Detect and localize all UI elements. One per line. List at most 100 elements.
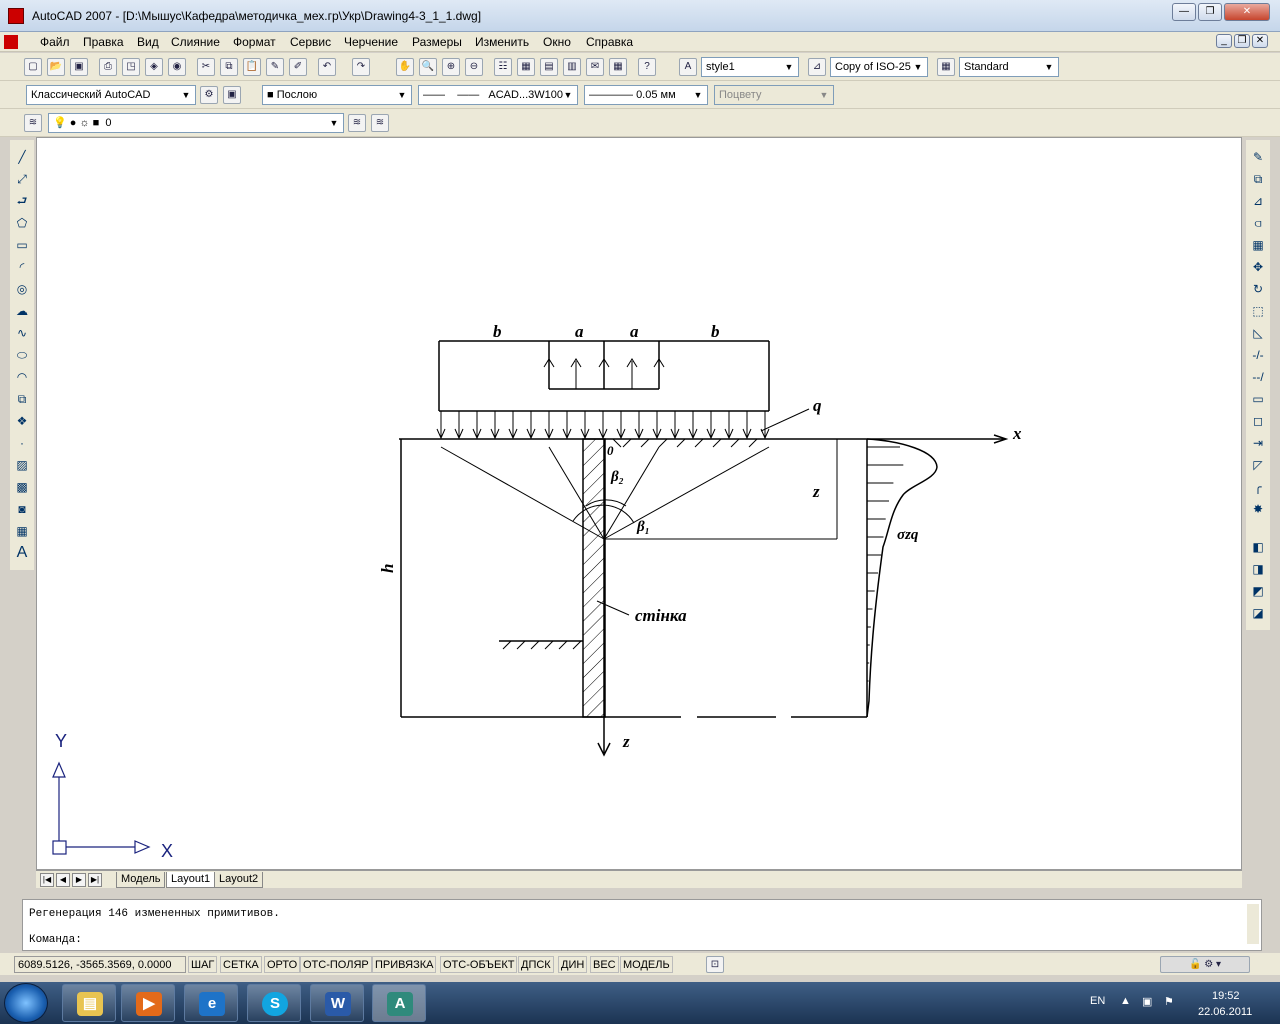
command-scrollbar[interactable] xyxy=(1247,904,1259,944)
scale-icon[interactable]: ⬚ xyxy=(1249,302,1267,320)
multiline-text-icon[interactable]: A xyxy=(13,544,31,562)
prev-tab-icon[interactable]: ◀ xyxy=(56,873,70,887)
design-center-icon[interactable]: ▦ xyxy=(517,58,535,76)
help-icon[interactable]: ? xyxy=(638,58,656,76)
clock-date[interactable]: 22.06.2011 xyxy=(1198,1006,1252,1018)
revision-cloud-icon[interactable]: ☁ xyxy=(13,302,31,320)
zoom-previous-icon[interactable]: ⊖ xyxy=(465,58,483,76)
workspace-select[interactable]: Классический AutoCAD ▼ xyxy=(26,85,196,105)
model-toggle[interactable]: МОДЕЛЬ xyxy=(620,956,673,973)
menu-format[interactable]: Формат xyxy=(233,35,276,49)
layer-select[interactable]: 💡 ● ☼ ■ 0 ▼ xyxy=(48,113,344,133)
table-icon[interactable]: ▦ xyxy=(13,522,31,540)
erase-icon[interactable]: ✎ xyxy=(1249,148,1267,166)
redo-icon[interactable]: ↷ xyxy=(352,58,370,76)
text-style-icon[interactable]: A xyxy=(679,58,697,76)
construction-line-icon[interactable]: ⤢ xyxy=(13,170,31,188)
arc-icon[interactable]: ◜ xyxy=(13,258,31,276)
markup-icon[interactable]: ✉ xyxy=(586,58,604,76)
doc-close-button[interactable]: ✕ xyxy=(1252,34,1268,48)
last-tab-icon[interactable]: ▶| xyxy=(88,873,102,887)
draw-order-under-icon[interactable]: ◪ xyxy=(1249,604,1267,622)
mirror-icon[interactable]: ⊿ xyxy=(1249,192,1267,210)
polyline-icon[interactable]: ⮐ xyxy=(13,192,31,210)
trim-icon[interactable]: -/- xyxy=(1249,346,1267,364)
menu-view[interactable]: Вид xyxy=(137,35,159,49)
osnap-toggle[interactable]: ПРИВЯЗКА xyxy=(372,956,437,973)
ellipse-arc-icon[interactable]: ◠ xyxy=(13,368,31,386)
restore-button[interactable]: ❐ xyxy=(1198,3,1222,21)
region-icon[interactable]: ◙ xyxy=(13,500,31,518)
calculator-icon[interactable]: ▦ xyxy=(609,58,627,76)
line-icon[interactable]: ╱ xyxy=(13,148,31,166)
command-line[interactable]: Регенерация 146 измененных примитивов. К… xyxy=(22,899,1262,951)
preview-icon[interactable]: ◳ xyxy=(122,58,140,76)
menu-draw[interactable]: Черчение xyxy=(344,35,398,49)
open-icon[interactable]: 📂 xyxy=(47,58,65,76)
tab-layout2[interactable]: Layout2 xyxy=(214,872,264,888)
workspace-save-icon[interactable]: ▣ xyxy=(223,86,241,104)
make-layer-current-icon[interactable]: ≋ xyxy=(348,114,366,132)
layer-manager-icon[interactable]: ≋ xyxy=(24,114,42,132)
match-properties-icon[interactable]: ✎ xyxy=(266,58,284,76)
circle-icon[interactable]: ◎ xyxy=(13,280,31,298)
new-icon[interactable]: ▢ xyxy=(24,58,42,76)
hatch-icon[interactable]: ▨ xyxy=(13,456,31,474)
draw-order-back-icon[interactable]: ◨ xyxy=(1249,560,1267,578)
ellipse-icon[interactable]: ⬭ xyxy=(13,346,31,364)
otrack-toggle[interactable]: ОТС-ОБЪЕКТ xyxy=(440,956,518,973)
explorer-task[interactable]: ▤ xyxy=(62,984,116,1022)
snap-toggle[interactable]: ШАГ xyxy=(188,956,218,973)
gradient-icon[interactable]: ▩ xyxy=(13,478,31,496)
doc-restore-button[interactable]: ❐ xyxy=(1234,34,1250,48)
tab-layout1[interactable]: Layout1 xyxy=(166,872,216,888)
maximize-viewport-icon[interactable]: ⊡ xyxy=(706,956,724,973)
stretch-icon[interactable]: ◺ xyxy=(1249,324,1267,342)
table-style-icon[interactable]: ▦ xyxy=(937,58,955,76)
tray-up-arrow-icon[interactable]: ▲ xyxy=(1120,995,1131,1007)
start-button[interactable] xyxy=(4,983,48,1023)
zoom-window-icon[interactable]: ⊕ xyxy=(442,58,460,76)
lineweight-select[interactable]: ———— 0.05 мм ▼ xyxy=(584,85,708,105)
ducs-toggle[interactable]: ДПСК xyxy=(518,956,554,973)
chamfer-icon[interactable]: ◸ xyxy=(1249,456,1267,474)
polar-toggle[interactable]: ОТС-ПОЛЯР xyxy=(300,956,372,973)
close-button[interactable]: ✕ xyxy=(1224,3,1270,21)
dim-style-icon[interactable]: ⊿ xyxy=(808,58,826,76)
flag-icon[interactable]: ⚑ xyxy=(1164,995,1174,1008)
drawing-canvas[interactable]: b a a b q x 0 β₂ β₁ z h стінка σzq z Y X xyxy=(36,137,1242,870)
undo-icon[interactable]: ↶ xyxy=(318,58,336,76)
polygon-icon[interactable]: ⬠ xyxy=(13,214,31,232)
menu-window[interactable]: Окно xyxy=(543,35,571,49)
fillet-icon[interactable]: ╭ xyxy=(1249,478,1267,496)
rotate-icon[interactable]: ↻ xyxy=(1249,280,1267,298)
autocad-task[interactable]: A xyxy=(372,984,426,1022)
table-style-select[interactable]: Standard ▼ xyxy=(959,57,1059,77)
copy-icon[interactable]: ⧉ xyxy=(220,58,238,76)
first-tab-icon[interactable]: |◀ xyxy=(40,873,54,887)
zoom-realtime-icon[interactable]: 🔍 xyxy=(419,58,437,76)
ie-task[interactable]: e xyxy=(184,984,238,1022)
menu-tools[interactable]: Сервис xyxy=(290,35,331,49)
color-select[interactable]: ■ Послою ▼ xyxy=(262,85,412,105)
block-editor-icon[interactable]: ✐ xyxy=(289,58,307,76)
lwt-toggle[interactable]: ВЕС xyxy=(590,956,619,973)
minimize-button[interactable]: — xyxy=(1172,3,1196,21)
text-style-select[interactable]: style1 ▼ xyxy=(701,57,799,77)
save-icon[interactable]: ▣ xyxy=(70,58,88,76)
menu-dimension[interactable]: Размеры xyxy=(412,35,462,49)
join-icon[interactable]: ⇥ xyxy=(1249,434,1267,452)
publish-icon[interactable]: ◈ xyxy=(145,58,163,76)
media-player-task[interactable]: ▶ xyxy=(121,984,175,1022)
clock-time[interactable]: 19:52 xyxy=(1212,990,1240,1002)
3d-dwf-icon[interactable]: ◉ xyxy=(168,58,186,76)
network-icon[interactable]: ▣ xyxy=(1142,995,1152,1008)
document-icon[interactable] xyxy=(4,35,18,49)
tool-palettes-icon[interactable]: ▤ xyxy=(540,58,558,76)
tab-model[interactable]: Модель xyxy=(116,872,166,888)
properties-icon[interactable]: ☷ xyxy=(494,58,512,76)
sheet-set-icon[interactable]: ▥ xyxy=(563,58,581,76)
next-tab-icon[interactable]: ▶ xyxy=(72,873,86,887)
break-icon[interactable]: ◻ xyxy=(1249,412,1267,430)
language-indicator[interactable]: EN xyxy=(1090,995,1105,1007)
